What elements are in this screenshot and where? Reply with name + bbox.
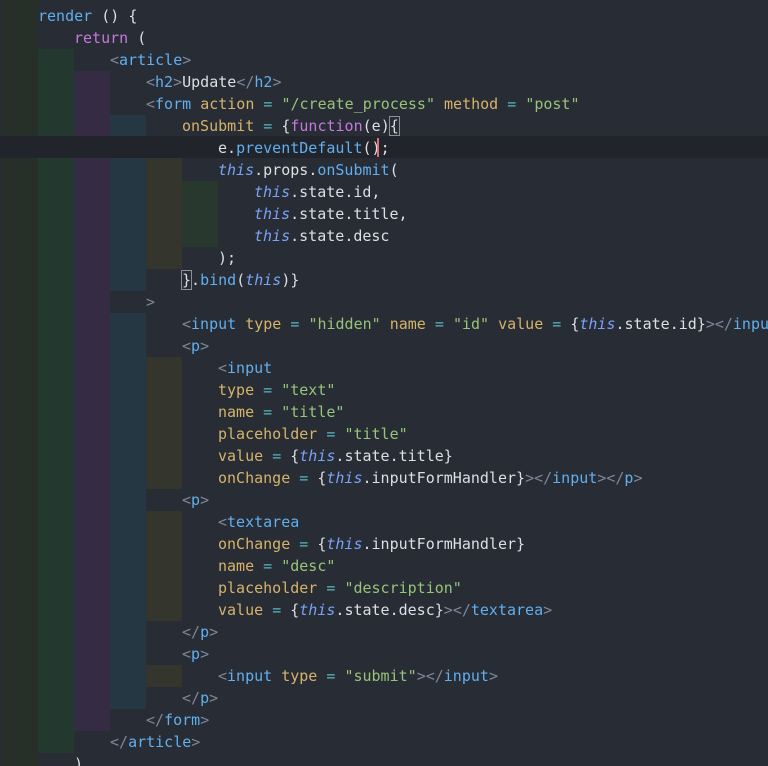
code-line[interactable]: <p> bbox=[182, 335, 209, 357]
indent-guide bbox=[2, 0, 38, 766]
code-line[interactable]: <textarea bbox=[218, 511, 299, 533]
code-line[interactable]: ) bbox=[74, 753, 83, 766]
code-line[interactable]: <form action = "/create_process" method … bbox=[146, 93, 580, 115]
code-line[interactable]: > bbox=[146, 291, 155, 313]
indent-guide bbox=[182, 181, 218, 247]
code-line[interactable]: this.props.onSubmit( bbox=[218, 159, 399, 181]
indent-guide bbox=[146, 511, 182, 621]
code-line[interactable]: this.state.title, bbox=[254, 203, 408, 225]
code-line[interactable]: <input type = "submit"></input> bbox=[218, 665, 498, 687]
code-editor[interactable]: render () {return (<article> <h2>Update</… bbox=[0, 0, 768, 766]
indent-guide bbox=[146, 357, 182, 489]
code-line[interactable]: </article> bbox=[110, 731, 200, 753]
code-line[interactable]: name = "title" bbox=[218, 401, 344, 423]
indent-guide bbox=[110, 313, 146, 709]
indent-guide bbox=[74, 71, 110, 731]
code-line[interactable]: <p> bbox=[182, 643, 209, 665]
code-line[interactable]: this.state.desc bbox=[254, 225, 389, 247]
code-line[interactable]: <article> bbox=[110, 49, 191, 71]
code-line[interactable]: </p> bbox=[182, 687, 218, 709]
code-line[interactable]: <h2>Update</h2> bbox=[146, 71, 281, 93]
code-line[interactable]: name = "desc" bbox=[218, 555, 335, 577]
code-line[interactable]: onChange = {this.inputFormHandler} bbox=[218, 533, 525, 555]
code-line[interactable]: e.preventDefault(); bbox=[218, 137, 390, 159]
code-line[interactable]: <input type = "hidden" name = "id" value… bbox=[182, 313, 768, 335]
code-line[interactable]: ); bbox=[218, 247, 236, 269]
text-cursor bbox=[377, 138, 379, 157]
code-line[interactable]: </form> bbox=[146, 709, 209, 731]
code-line[interactable]: type = "text" bbox=[218, 379, 335, 401]
code-line[interactable]: onSubmit = {function(e){ bbox=[182, 115, 400, 137]
code-line[interactable]: placeholder = "description" bbox=[218, 577, 462, 599]
code-line[interactable]: placeholder = "title" bbox=[218, 423, 408, 445]
indent-guide bbox=[146, 665, 182, 687]
code-line[interactable]: this.state.id, bbox=[254, 181, 380, 203]
code-line[interactable]: value = {this.state.desc}></textarea> bbox=[218, 599, 552, 621]
code-line[interactable]: }.bind(this)} bbox=[180, 269, 299, 291]
code-line[interactable]: <p> bbox=[182, 489, 209, 511]
code-line[interactable]: value = {this.state.title} bbox=[218, 445, 453, 467]
code-line[interactable]: render () { bbox=[38, 5, 137, 27]
code-line[interactable]: <input bbox=[218, 357, 272, 379]
code-line[interactable]: </p> bbox=[182, 621, 218, 643]
code-line[interactable]: return ( bbox=[74, 27, 146, 49]
code-line[interactable]: onChange = {this.inputFormHandler}></inp… bbox=[218, 467, 642, 489]
